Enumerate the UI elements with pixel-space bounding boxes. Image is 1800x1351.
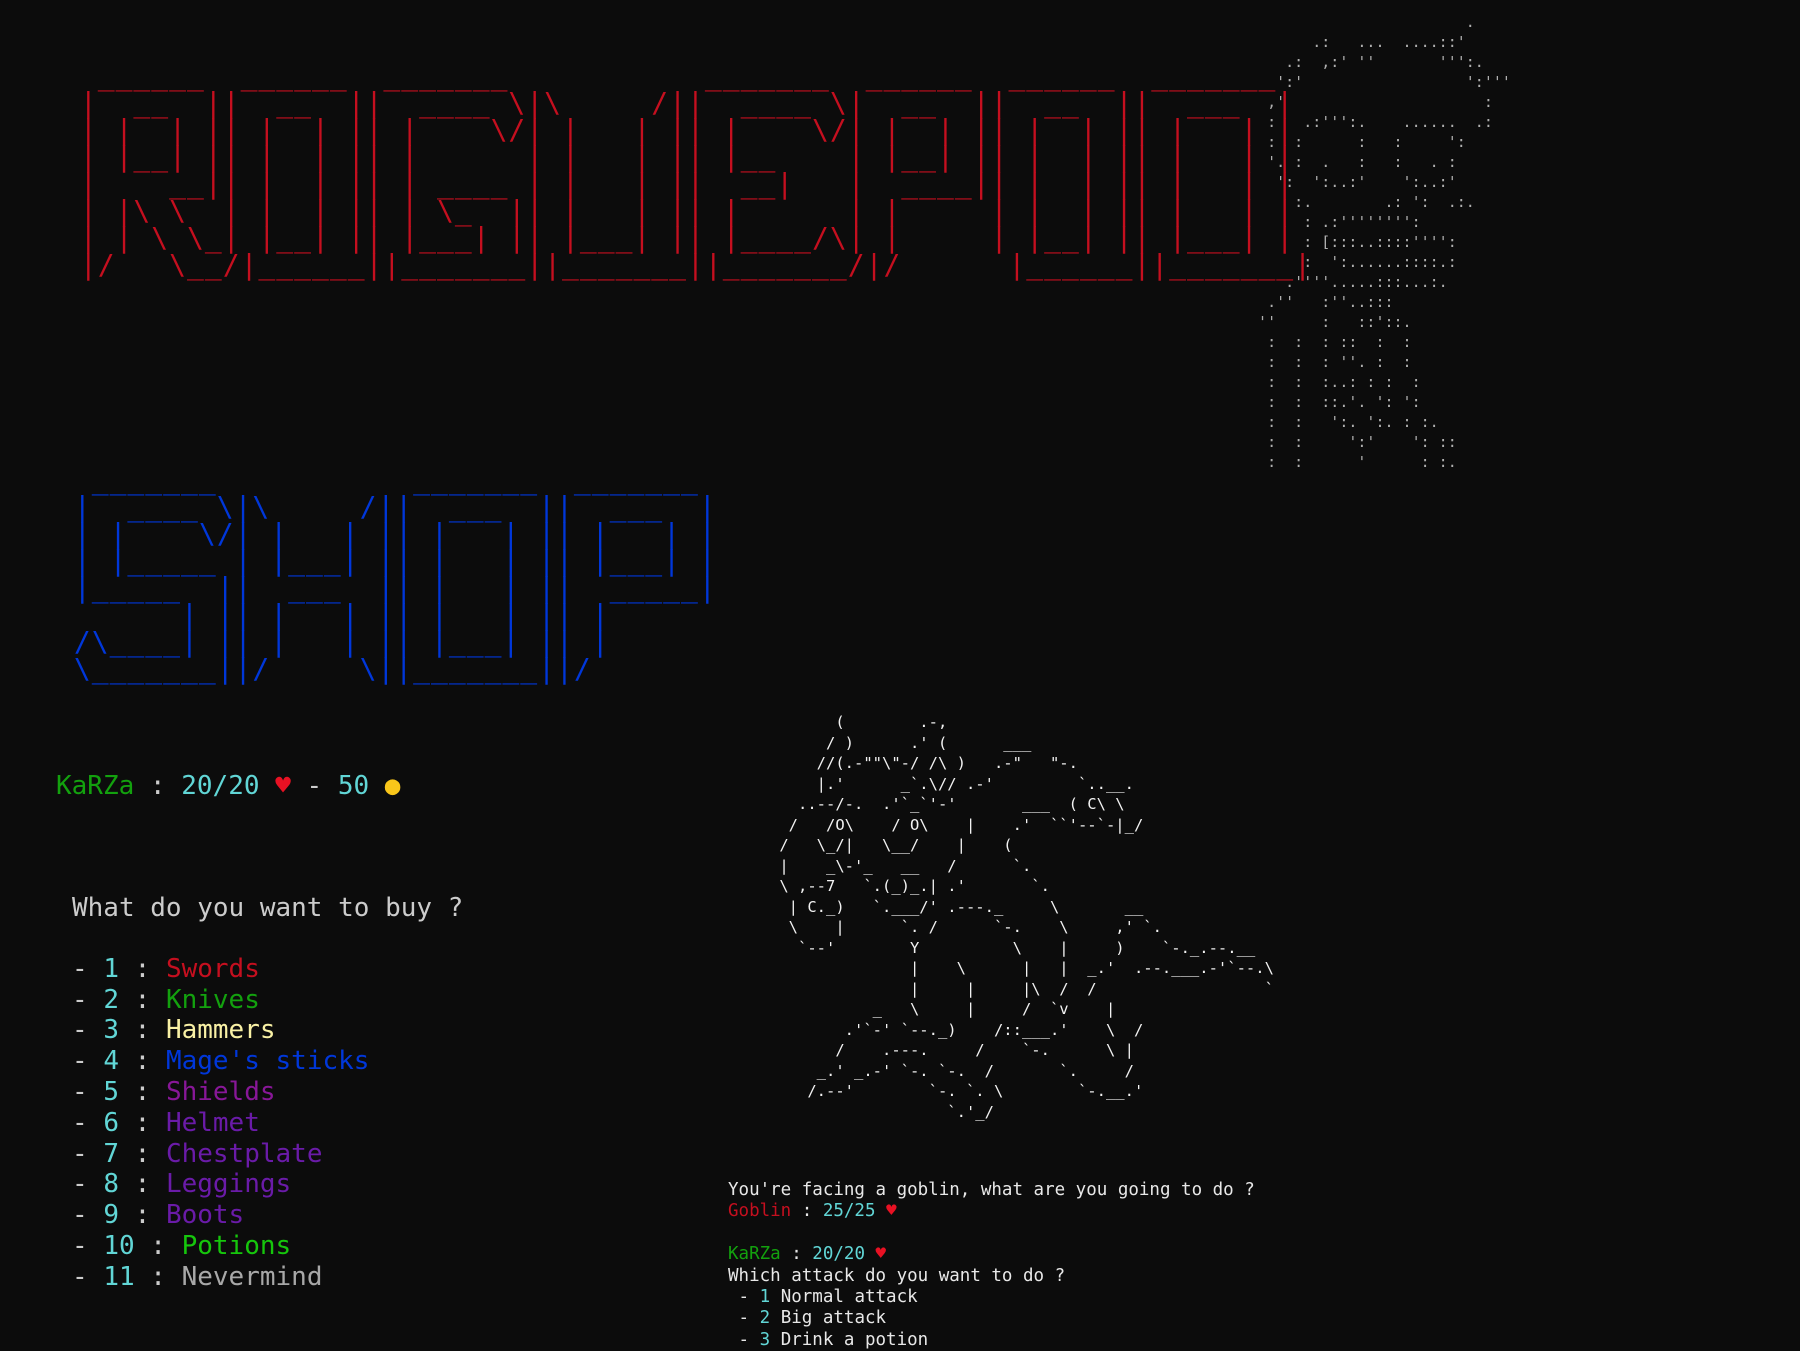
separator: : [118, 984, 166, 1015]
player-gold: 50 [337, 771, 370, 801]
shop-item[interactable]: - 4 : Mage's sticks [72, 1046, 463, 1077]
shop-item[interactable]: - 6 : Helmet [72, 1108, 463, 1139]
shop-item-list: - 1 : Swords - 2 : Knives - 3 : Hammers - 4… [72, 954, 463, 1293]
dash: - [72, 953, 104, 984]
dash: - [728, 1329, 760, 1350]
dash: - [72, 1230, 104, 1261]
shop-item[interactable]: - 1 : Swords [72, 954, 463, 985]
combat-intro: You're facing a goblin, what are you goi… [728, 1180, 1255, 1200]
separator: : [118, 1138, 166, 1169]
dash: - [72, 1138, 104, 1169]
attack-option[interactable]: - 3 Drink a potion [728, 1330, 1255, 1351]
shop-question: What do you want to buy ? [72, 893, 464, 923]
player-status: KaRZa : 20/20 ♥ - 50 ● [56, 770, 400, 802]
shop-item-number: 11 [103, 1261, 135, 1292]
separator: : [118, 1169, 166, 1200]
shop-item-label: Mage's sticks [165, 1046, 370, 1077]
separator: : [118, 953, 166, 984]
shop-item-number: 1 [103, 953, 119, 984]
enemy-hp: 25/25 [822, 1201, 876, 1222]
attack-option[interactable]: - 1 Normal attack [728, 1287, 1255, 1308]
player-hp: 20/20 [181, 771, 260, 801]
shop-item-label: Shields [165, 1076, 276, 1107]
attack-option-number: 2 [759, 1308, 771, 1329]
attack-option-label: Normal attack [780, 1287, 918, 1308]
combat-log: You're facing a goblin, what are you goi… [728, 1180, 1255, 1351]
player-name: KaRZa [56, 771, 135, 801]
shop-item-number: 2 [103, 984, 119, 1015]
separator: : [118, 1107, 166, 1138]
combat-player-status: KaRZa : 20/20 ♥ [728, 1244, 887, 1265]
shop-ascii-title: _______ _______ _______ | ____ \|\ /|| _… [73, 463, 717, 685]
enemy-status: Goblin : 25/25 ♥ [728, 1201, 897, 1222]
separator: : [118, 1015, 166, 1046]
shop-item[interactable]: - 11 : Nevermind [72, 1262, 463, 1293]
status-separator: : [134, 771, 182, 801]
shop-item-number: 5 [103, 1076, 119, 1107]
shop-item-number: 8 [103, 1169, 119, 1200]
attack-option[interactable]: - 2 Big attack [728, 1308, 1255, 1329]
separator: : [118, 1200, 166, 1231]
enemy-name: Goblin [728, 1201, 792, 1222]
shop-item-label: Swords [165, 953, 260, 984]
attack-option-number: 3 [759, 1329, 771, 1350]
dash: - [72, 1076, 104, 1107]
attack-option-label: Big attack [780, 1308, 887, 1329]
status-dash: - [290, 771, 338, 801]
attack-question: Which attack do you want to do ? [728, 1265, 1066, 1286]
shop-menu: What do you want to buy ? - 1 : Swords - … [72, 893, 463, 1293]
dash: - [728, 1287, 760, 1308]
shop-item-number: 6 [103, 1107, 119, 1138]
shop-item-number: 10 [103, 1230, 135, 1261]
shop-item[interactable]: - 2 : Knives [72, 985, 463, 1016]
shop-item[interactable]: - 8 : Leggings [72, 1169, 463, 1200]
attack-option-label: Drink a potion [780, 1329, 929, 1350]
shop-item[interactable]: - 3 : Hammers [72, 1015, 463, 1046]
dash: - [72, 1169, 104, 1200]
goblin-ascii-art: ( .-, / ) .' ( ___ //(.-""\"-/ /\ ) .-" … [779, 713, 1274, 1121]
shop-item-label: Knives [165, 984, 260, 1015]
coin-icon: ● [384, 771, 401, 801]
roguepod-ascii-title: ______ ______ _______ _______ ______ ___… [79, 59, 1313, 281]
attack-option-number: 1 [759, 1287, 771, 1308]
dash: - [72, 984, 104, 1015]
combat-player-name: KaRZa [728, 1244, 781, 1265]
separator: : [118, 1076, 166, 1107]
dash: - [72, 1261, 104, 1292]
skeleton-ascii-art: . .: ... ....::' .: ,:' '' ''':. ':' ':'… [1258, 13, 1511, 471]
dash: - [72, 1046, 104, 1077]
separator: : [118, 1046, 166, 1077]
shop-item-label: Boots [165, 1200, 245, 1231]
shop-item-label: Leggings [165, 1169, 292, 1200]
dash: - [72, 1200, 104, 1231]
combat-player-hp: 20/20 [812, 1244, 865, 1265]
shop-item[interactable]: - 5 : Shields [72, 1077, 463, 1108]
shop-item[interactable]: - 7 : Chestplate [72, 1139, 463, 1170]
shop-item[interactable]: - 10 : Potions [72, 1231, 463, 1262]
dash: - [72, 1015, 104, 1046]
shop-item-number: 3 [103, 1015, 119, 1046]
shop-item-label: Chestplate [165, 1138, 323, 1169]
separator: : [134, 1230, 182, 1261]
shop-item-label: Helmet [165, 1107, 260, 1138]
shop-item[interactable]: - 9 : Boots [72, 1200, 463, 1231]
shop-item-label: Potions [181, 1230, 292, 1261]
shop-item-number: 9 [103, 1200, 119, 1231]
dash: - [72, 1107, 104, 1138]
heart-icon: ♥ [886, 1201, 897, 1222]
separator: : [134, 1261, 182, 1292]
dash: - [728, 1308, 760, 1329]
shop-item-label: Hammers [165, 1015, 276, 1046]
attack-option-list: - 1 Normal attack - 2 Big attack - 3 Dri… [728, 1287, 1255, 1351]
heart-icon: ♥ [275, 771, 291, 801]
shop-item-number: 7 [103, 1138, 119, 1169]
heart-icon: ♥ [875, 1244, 887, 1265]
shop-item-label: Nevermind [181, 1261, 323, 1292]
shop-item-number: 4 [103, 1046, 119, 1077]
